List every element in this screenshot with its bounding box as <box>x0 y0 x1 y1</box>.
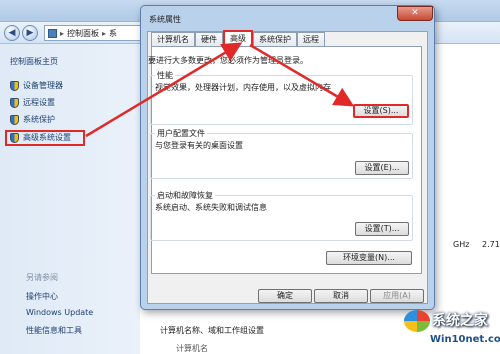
ok-button[interactable]: 确定 <box>258 289 312 303</box>
see-also-windows-update[interactable]: Windows Update <box>26 308 93 317</box>
watermark-logo-icon <box>404 310 430 332</box>
shield-icon <box>10 97 19 108</box>
sidebar-item-label: 远程设置 <box>23 98 55 107</box>
shield-icon <box>10 114 19 125</box>
performance-group-title: 性能 <box>155 70 175 81</box>
address-part[interactable]: 控制面板 <box>67 28 99 39</box>
tab-system-protection[interactable]: 系统保护 <box>253 32 297 47</box>
close-button[interactable]: ✕ <box>397 6 433 21</box>
address-separator: ▸ <box>102 28 107 38</box>
sidebar-item-device-manager[interactable]: 设备管理器 <box>10 80 63 91</box>
address-bar[interactable]: ▸ 控制面板 ▸ 系 <box>44 25 144 41</box>
see-also-heading: 另请参阅 <box>26 273 58 282</box>
processor-speed-extra: 2.71 <box>482 240 500 249</box>
advanced-settings-highlight <box>5 130 85 146</box>
user-profiles-group-title: 用户配置文件 <box>155 128 207 139</box>
tab-computer-name[interactable]: 计算机名 <box>151 32 195 47</box>
tab-remote[interactable]: 远程 <box>297 32 325 47</box>
address-separator: ▸ <box>60 28 65 38</box>
tab-hardware[interactable]: 硬件 <box>195 32 223 47</box>
performance-settings-button[interactable]: 设置(S)... <box>353 104 409 118</box>
sidebar-item-label: 设备管理器 <box>23 81 63 90</box>
watermark-url: Win10net.com <box>430 334 500 345</box>
startup-recovery-group-title: 启动和故障恢复 <box>155 190 215 201</box>
admin-note: 要进行大多数更改，您必须作为管理员登录。 <box>148 56 308 65</box>
forward-arrow-icon[interactable]: ▶ <box>22 25 38 41</box>
back-arrow-icon[interactable]: ◀ <box>4 25 20 41</box>
sidebar-item-system-protection[interactable]: 系统保护 <box>10 114 55 125</box>
shield-icon <box>10 80 19 91</box>
environment-variables-button[interactable]: 环境变量(N)... <box>326 251 412 265</box>
address-part[interactable]: 系 <box>109 28 117 39</box>
see-also-performance-info[interactable]: 性能信息和工具 <box>26 325 82 336</box>
sidebar-item-remote-settings[interactable]: 远程设置 <box>10 97 55 108</box>
startup-recovery-group: 启动和故障恢复 系统启动、系统失败和调试信息 设置(T)... <box>150 190 413 241</box>
sidebar-item-label: 系统保护 <box>23 115 55 124</box>
sidebar-home-label: 控制面板主页 <box>10 57 58 66</box>
site-watermark: 系统之家 Win10net.com <box>404 306 500 354</box>
tab-advanced[interactable]: 高级 <box>223 30 253 47</box>
user-profiles-settings-button[interactable]: 设置(E)... <box>355 161 409 175</box>
dialog-title: 系统属性 <box>149 15 181 24</box>
user-profiles-group: 用户配置文件 与您登录有关的桌面设置 设置(E)... <box>150 128 413 179</box>
apply-button[interactable]: 应用(A) <box>370 289 424 303</box>
see-also-action-center[interactable]: 操作中心 <box>26 291 58 302</box>
control-panel-icon <box>48 28 57 38</box>
startup-recovery-settings-button[interactable]: 设置(T)... <box>355 222 409 236</box>
cancel-button[interactable]: 取消 <box>314 289 368 303</box>
dialog-tabs: 计算机名 硬件 高级 系统保护 远程 <box>151 30 325 47</box>
computer-name-label: 计算机名 <box>176 344 208 353</box>
user-profiles-group-desc: 与您登录有关的桌面设置 <box>155 141 243 150</box>
processor-speed-unit: GHz <box>453 240 470 249</box>
performance-group-desc: 视觉效果，处理器计划，内存使用，以及虚拟内存 <box>155 83 331 92</box>
domain-settings-heading: 计算机名称、域和工作组设置 <box>160 326 264 335</box>
performance-group: 性能 视觉效果，处理器计划，内存使用，以及虚拟内存 设置(S)... <box>150 70 413 125</box>
startup-recovery-group-desc: 系统启动、系统失败和调试信息 <box>155 203 267 212</box>
watermark-title: 系统之家 <box>432 313 488 329</box>
sidebar-home-link[interactable]: 控制面板主页 <box>10 56 58 67</box>
